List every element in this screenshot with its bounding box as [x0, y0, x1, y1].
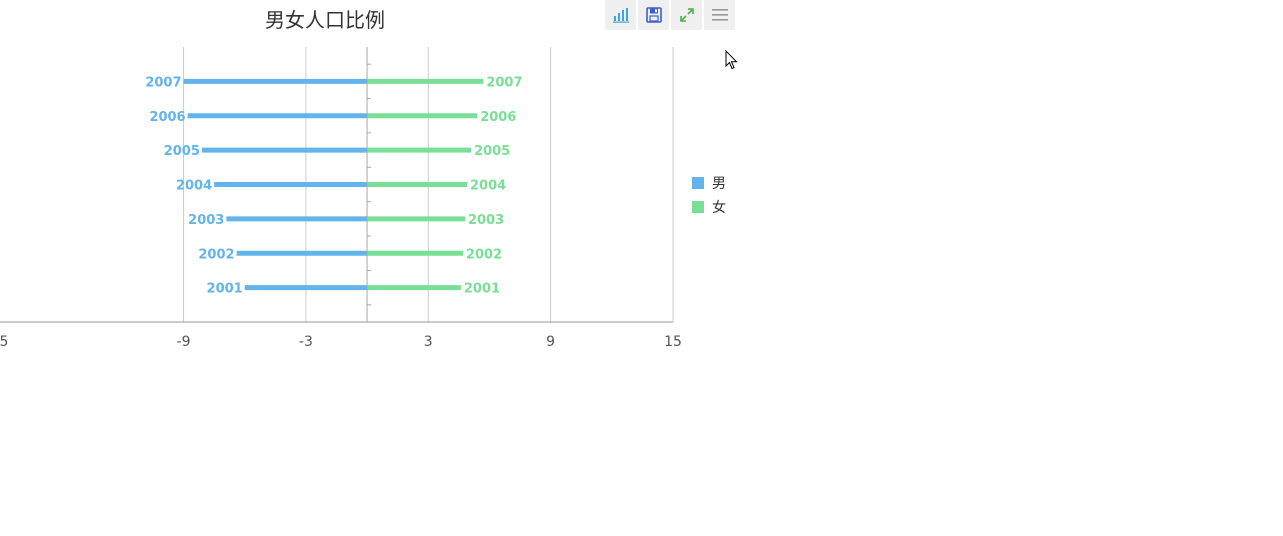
bar-label: 2007: [486, 75, 522, 90]
bar: [187, 113, 368, 119]
bar: [367, 113, 478, 119]
bar-label: 2001: [207, 282, 243, 297]
bar: [367, 285, 461, 291]
bar: [367, 216, 465, 222]
bar-label: 2003: [468, 213, 504, 228]
bar: [367, 182, 468, 187]
bar-label: 2002: [198, 247, 234, 262]
x-axis: 5 -9 -3 3 9 15: [0, 47, 682, 350]
bar: [201, 147, 368, 153]
x-tick-label: 5: [0, 334, 8, 350]
mouse-cursor-icon: [725, 50, 738, 70]
bar-label: 2006: [480, 110, 516, 125]
bar-label: 2004: [176, 179, 212, 194]
bar: [367, 78, 484, 84]
bar: [367, 250, 463, 256]
legend-label-female: 女: [712, 200, 726, 216]
bar: [226, 216, 368, 222]
x-tick-label: -9: [177, 334, 191, 350]
bar-label: 2004: [470, 179, 506, 194]
legend-label-male: 男: [712, 176, 726, 192]
bar-label: 2001: [464, 282, 500, 297]
bar: [244, 285, 368, 291]
legend-item-male[interactable]: 男: [692, 174, 726, 192]
legend-swatch-female: [692, 201, 704, 213]
chart-stage: 男女人口比例 2001 2002 2003 2004 2005 2006 200…: [0, 0, 1283, 536]
bar-label: 2007: [145, 75, 181, 90]
bar-label: 2002: [466, 247, 502, 262]
legend-swatch-male: [692, 177, 704, 189]
x-tick-label: -3: [299, 334, 313, 350]
x-tick-label: 15: [664, 334, 682, 350]
bar-label: 2006: [149, 110, 185, 125]
bar: [183, 78, 368, 84]
bar-label: 2005: [474, 144, 510, 159]
legend: 男 女: [692, 174, 726, 222]
bar-label: 2003: [188, 213, 224, 228]
bar: [214, 182, 368, 187]
chart-plot: 2001 2002 2003 2004 2005 2006 2007 2001 2002 2003…: [0, 47, 682, 350]
bar: [367, 147, 472, 153]
bar: [236, 250, 368, 256]
x-tick-label: 9: [546, 334, 555, 350]
bar-label: 2005: [164, 144, 200, 159]
x-tick-label: 3: [424, 334, 433, 350]
legend-item-female[interactable]: 女: [692, 198, 726, 216]
